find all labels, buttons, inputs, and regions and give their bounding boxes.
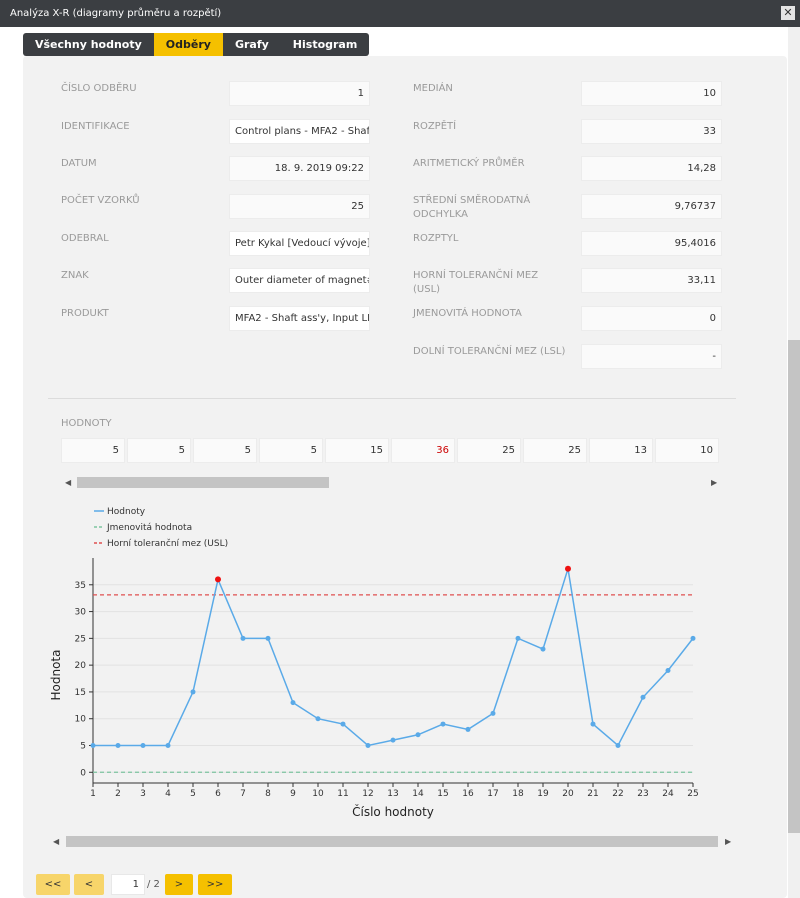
- first-page-button[interactable]: <<: [36, 874, 70, 895]
- label-sample-count: POČET VZORKŮ: [61, 195, 140, 206]
- section-divider: [48, 398, 736, 399]
- vertical-scrollbar-thumb[interactable]: [788, 340, 800, 833]
- close-icon[interactable]: ✕: [781, 6, 795, 20]
- sample-number-field[interactable]: 1: [229, 81, 370, 106]
- page-number-input[interactable]: 1: [111, 874, 145, 895]
- product-field[interactable]: MFA2 - Shaft ass'y, Input LH: [229, 306, 370, 331]
- characteristic-field[interactable]: Outer diameter of magnet#: [229, 268, 370, 293]
- label-characteristic: ZNAK: [61, 270, 89, 281]
- date-field[interactable]: 18. 9. 2019 09:22: [229, 156, 370, 181]
- value-cell[interactable]: 10: [655, 438, 719, 463]
- value-cell[interactable]: 5: [61, 438, 125, 463]
- values-scrollbar-thumb[interactable]: [77, 477, 329, 488]
- scroll-left-icon[interactable]: ◀: [65, 478, 71, 487]
- label-median: MEDIÁN: [413, 83, 453, 94]
- variance-field[interactable]: 95,4016: [581, 231, 722, 256]
- label-identification: IDENTIFIKACE: [61, 121, 130, 132]
- chart-scroll-right-icon[interactable]: ▶: [725, 837, 731, 846]
- std-dev-field[interactable]: 9,76737: [581, 194, 722, 219]
- last-page-button[interactable]: >>: [198, 874, 232, 895]
- identification-field[interactable]: Control plans - MFA2 - Shaft: [229, 119, 370, 144]
- median-field[interactable]: 10: [581, 81, 722, 106]
- window-title: Analýza X-R (diagramy průměru a rozpětí): [10, 8, 222, 19]
- value-cell[interactable]: 5: [193, 438, 257, 463]
- tab-histogram[interactable]: Histogram: [280, 33, 370, 56]
- range-field[interactable]: 33: [581, 119, 722, 144]
- label-product: PRODUKT: [61, 308, 109, 319]
- label-date: DATUM: [61, 158, 97, 169]
- window-titlebar: Analýza X-R (diagramy průměru a rozpětí): [0, 0, 800, 27]
- label-std-dev: STŘEDNÍ SMĚRODATNÁ ODCHYLKA: [413, 195, 531, 220]
- chart-scroll-left-icon[interactable]: ◀: [53, 837, 59, 846]
- value-cell[interactable]: 25: [523, 438, 587, 463]
- lsl-field[interactable]: -: [581, 344, 722, 369]
- prev-page-button[interactable]: <: [74, 874, 104, 895]
- sample-count-field[interactable]: 25: [229, 194, 370, 219]
- values-label: HODNOTY: [61, 418, 112, 429]
- chart-scrollbar-thumb[interactable]: [66, 836, 718, 847]
- tab-all-values[interactable]: Všechny hodnoty: [23, 33, 154, 56]
- value-cell[interactable]: 5: [259, 438, 323, 463]
- usl-field[interactable]: 33,11: [581, 268, 722, 293]
- label-lsl: DOLNÍ TOLERANČNÍ MEZ (LSL): [413, 346, 566, 357]
- label-mean: ARITMETICKÝ PRŮMĚR: [413, 158, 525, 169]
- label-variance: ROZPTYL: [413, 233, 459, 244]
- value-cell-out-of-limit[interactable]: 36: [391, 438, 455, 463]
- value-cell[interactable]: 5: [127, 438, 191, 463]
- tab-samples[interactable]: Odběry: [153, 33, 223, 56]
- nominal-field[interactable]: 0: [581, 306, 722, 331]
- mean-field[interactable]: 14,28: [581, 156, 722, 181]
- label-taken-by: ODEBRAL: [61, 233, 109, 244]
- label-range: ROZPĚTÍ: [413, 121, 457, 132]
- value-cell[interactable]: 25: [457, 438, 521, 463]
- value-cell[interactable]: 13: [589, 438, 653, 463]
- tab-bar: Všechny hodnoty Odběry Grafy Histogram: [23, 33, 370, 56]
- taken-by-field[interactable]: Petr Kykal [Vedoucí vývoje]: [229, 231, 370, 256]
- tab-charts[interactable]: Grafy: [222, 33, 281, 56]
- value-cell[interactable]: 15: [325, 438, 389, 463]
- label-nominal: JMENOVITÁ HODNOTA: [413, 308, 522, 319]
- label-sample-number: ČÍSLO ODBĚRU: [61, 83, 137, 94]
- page-total: / 2: [147, 879, 160, 890]
- next-page-button[interactable]: >: [165, 874, 193, 895]
- scroll-right-icon[interactable]: ▶: [711, 478, 717, 487]
- label-usl: HORNÍ TOLERANČNÍ MEZ (USL): [413, 270, 539, 295]
